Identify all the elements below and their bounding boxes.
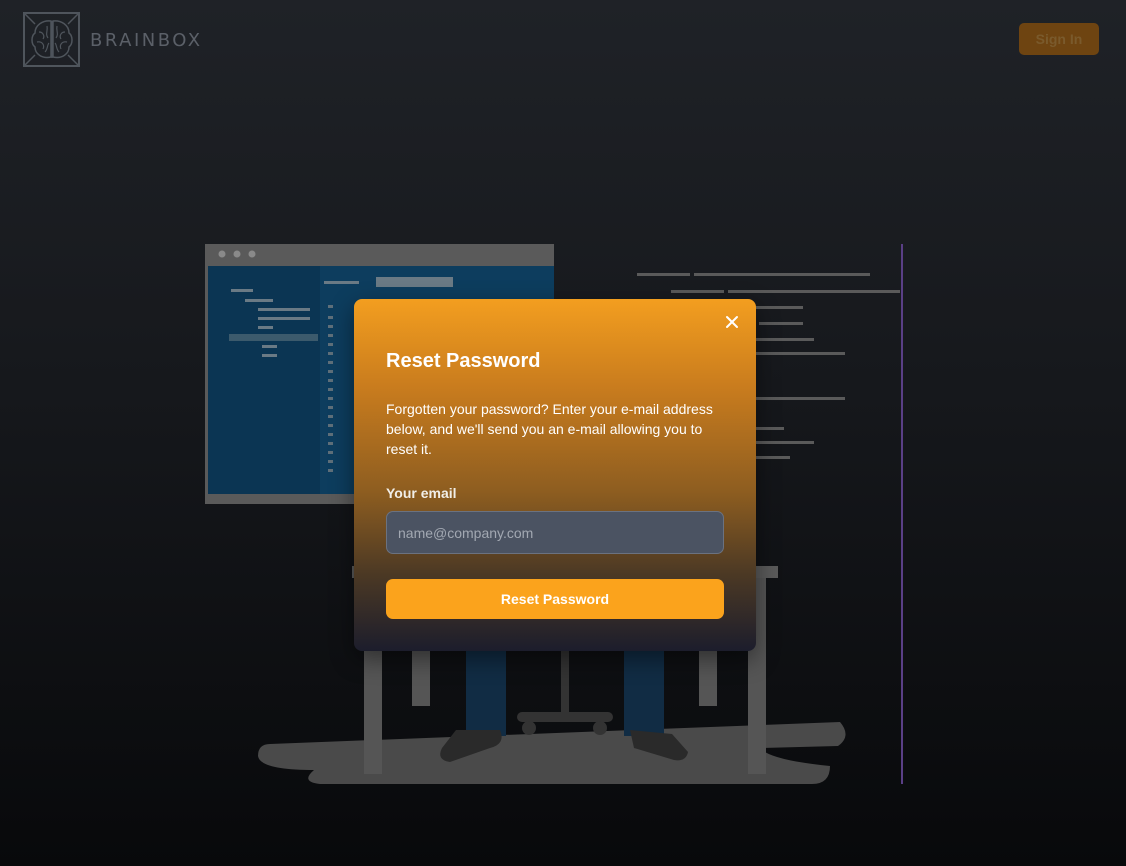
modal-description: Forgotten your password? Enter your e-ma… <box>386 401 713 457</box>
close-icon[interactable] <box>724 314 740 330</box>
email-label: Your email <box>386 485 457 501</box>
email-input[interactable] <box>386 511 724 554</box>
reset-password-modal: Reset Password Forgotten your password? … <box>354 299 756 651</box>
modal-title: Reset Password <box>386 350 541 372</box>
reset-password-button[interactable]: Reset Password <box>386 579 724 619</box>
